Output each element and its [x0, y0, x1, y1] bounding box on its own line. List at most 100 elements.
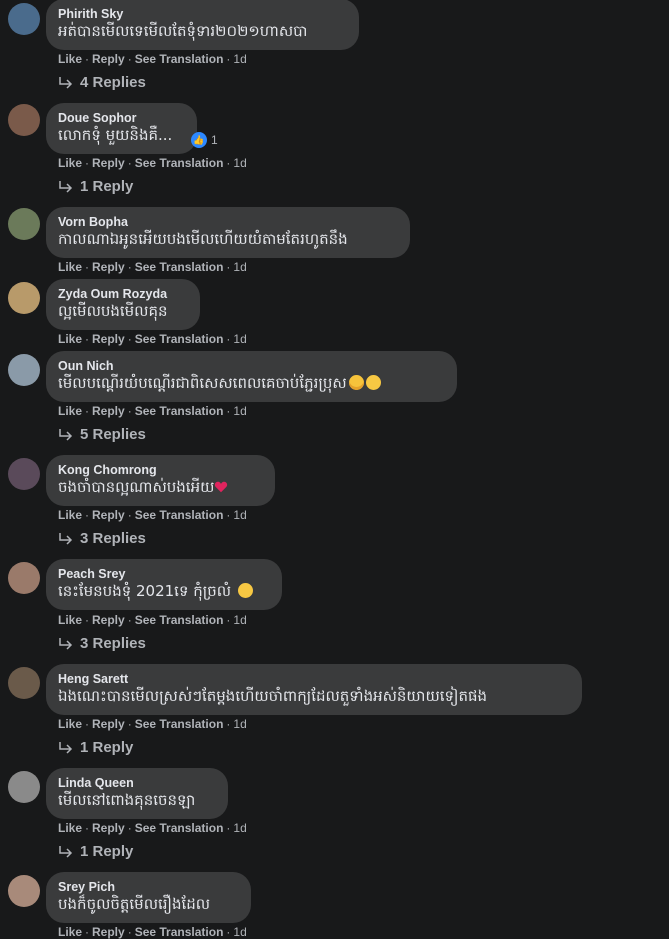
avatar[interactable]	[8, 3, 40, 35]
separator: ·	[226, 717, 231, 731]
separator: ·	[226, 821, 231, 835]
view-replies-button[interactable]: 3 Replies	[58, 530, 146, 547]
avatar[interactable]	[8, 354, 40, 386]
timestamp[interactable]: 1d	[233, 52, 246, 66]
see-translation-link[interactable]: See Translation	[135, 508, 224, 522]
reply-button[interactable]: Reply	[92, 404, 125, 418]
timestamp[interactable]: 1d	[233, 156, 246, 170]
avatar[interactable]	[8, 667, 40, 699]
reply-arrow-icon	[59, 741, 73, 754]
comment-author[interactable]: Vorn Bopha	[58, 215, 398, 230]
replies-count: 1 Reply	[80, 843, 134, 860]
separator: ·	[85, 508, 90, 522]
like-button[interactable]: Like	[58, 925, 82, 939]
comment-bubble: Linda Queen មើលនៅពេាងគុនចេនឡា	[46, 768, 228, 819]
view-replies-button[interactable]: 5 Replies	[58, 426, 146, 443]
separator: ·	[127, 508, 132, 522]
avatar[interactable]	[8, 208, 40, 240]
comment-author[interactable]: Heng Sarett	[58, 672, 570, 687]
reply-button[interactable]: Reply	[92, 925, 125, 939]
like-button[interactable]: Like	[58, 404, 82, 418]
comment-author[interactable]: Doue Sophor	[58, 111, 185, 126]
separator: ·	[127, 52, 132, 66]
comment-bubble: Vorn Bopha កាលណាឯអូនអើយបងមើលហើយយំតាមតែរហ…	[46, 207, 410, 258]
comment-actions: Like · Reply · See Translation · 1d	[58, 821, 247, 835]
see-translation-link[interactable]: See Translation	[135, 613, 224, 627]
comment-bubble: Peach Srey នេះមែនបងទុំ 2021ទេ កុំច្រលំ	[46, 559, 282, 610]
like-button[interactable]: Like	[58, 260, 82, 274]
like-button[interactable]: Like	[58, 52, 82, 66]
reply-button[interactable]: Reply	[92, 156, 125, 170]
see-translation-link[interactable]: See Translation	[135, 821, 224, 835]
view-replies-button[interactable]: 1 Reply	[58, 843, 133, 860]
timestamp[interactable]: 1d	[233, 260, 246, 274]
avatar[interactable]	[8, 458, 40, 490]
see-translation-link[interactable]: See Translation	[135, 925, 224, 939]
see-translation-link[interactable]: See Translation	[135, 52, 224, 66]
comment-text: ចងចាំបានល្អណាស់បងអើយ	[58, 478, 263, 497]
reply-button[interactable]: Reply	[92, 332, 125, 346]
view-replies-button[interactable]: 4 Replies	[58, 74, 146, 91]
comment-bubble: Doue Sophor លោកទុំ មួយនិងគឺ...	[46, 103, 197, 154]
comment-author[interactable]: Phirith Sky	[58, 7, 347, 22]
comment-author[interactable]: Linda Queen	[58, 776, 216, 791]
timestamp[interactable]: 1d	[233, 613, 246, 627]
comment-actions: Like · Reply · See Translation · 1d	[58, 925, 247, 939]
separator: ·	[226, 260, 231, 274]
separator: ·	[226, 925, 231, 939]
timestamp[interactable]: 1d	[233, 821, 246, 835]
see-translation-link[interactable]: See Translation	[135, 156, 224, 170]
avatar[interactable]	[8, 562, 40, 594]
like-button[interactable]: Like	[58, 821, 82, 835]
comment-actions: Like · Reply · See Translation · 1d	[58, 613, 247, 627]
comment-author[interactable]: Kong Chomrong	[58, 463, 263, 478]
timestamp[interactable]: 1d	[233, 332, 246, 346]
timestamp[interactable]: 1d	[233, 717, 246, 731]
like-reaction-icon: 👍	[191, 132, 207, 148]
reaction-summary[interactable]: 👍 1	[191, 132, 218, 148]
see-translation-link[interactable]: See Translation	[135, 717, 224, 731]
separator: ·	[226, 508, 231, 522]
see-translation-link[interactable]: See Translation	[135, 260, 224, 274]
comment-bubble: Kong Chomrong ចងចាំបានល្អណាស់បងអើយ	[46, 455, 275, 506]
reply-button[interactable]: Reply	[92, 52, 125, 66]
timestamp[interactable]: 1d	[233, 404, 246, 418]
heart-emoji-icon	[215, 481, 228, 493]
timestamp[interactable]: 1d	[233, 925, 246, 939]
reply-arrow-icon	[59, 76, 73, 89]
view-replies-button[interactable]: 3 Replies	[58, 635, 146, 652]
reply-button[interactable]: Reply	[92, 260, 125, 274]
comment-author[interactable]: Peach Srey	[58, 567, 270, 582]
comment-author[interactable]: Srey Pich	[58, 880, 239, 895]
comment-bubble: Heng Sarett ឯងណេះបានមើលស្រស់ៗតែម្ដងហើយចា…	[46, 664, 582, 715]
comment-author[interactable]: Zyda Oum Rozyda	[58, 287, 188, 302]
like-button[interactable]: Like	[58, 613, 82, 627]
avatar[interactable]	[8, 282, 40, 314]
comment-author[interactable]: Oun Nich	[58, 359, 445, 374]
like-button[interactable]: Like	[58, 156, 82, 170]
avatar[interactable]	[8, 875, 40, 907]
reply-button[interactable]: Reply	[92, 508, 125, 522]
comment-actions: Like · Reply · See Translation · 1d	[58, 156, 247, 170]
view-replies-button[interactable]: 1 Reply	[58, 178, 133, 195]
see-translation-link[interactable]: See Translation	[135, 332, 224, 346]
comment-text-body: ចងចាំបានល្អណាស់បងអើយ	[58, 478, 215, 496]
replies-count: 5 Replies	[80, 426, 146, 443]
comment-bubble: Srey Pich បងក៏ចូលចិត្តមើលរឿងដែល	[46, 872, 251, 923]
see-translation-link[interactable]: See Translation	[135, 404, 224, 418]
comment-actions: Like · Reply · See Translation · 1d	[58, 52, 247, 66]
replies-count: 3 Replies	[80, 530, 146, 547]
like-button[interactable]: Like	[58, 332, 82, 346]
avatar[interactable]	[8, 104, 40, 136]
like-button[interactable]: Like	[58, 717, 82, 731]
comment-text: មើលបណ្ដើរយំបណ្ដើរជាពិសេសពេលគេចាប់ភ្ជែរប្…	[58, 374, 445, 393]
reply-button[interactable]: Reply	[92, 717, 125, 731]
separator: ·	[226, 332, 231, 346]
view-replies-button[interactable]: 1 Reply	[58, 739, 133, 756]
timestamp[interactable]: 1d	[233, 508, 246, 522]
comment-text: លោកទុំ មួយនិងគឺ...	[58, 126, 173, 144]
like-button[interactable]: Like	[58, 508, 82, 522]
avatar[interactable]	[8, 771, 40, 803]
reply-button[interactable]: Reply	[92, 613, 125, 627]
reply-button[interactable]: Reply	[92, 821, 125, 835]
